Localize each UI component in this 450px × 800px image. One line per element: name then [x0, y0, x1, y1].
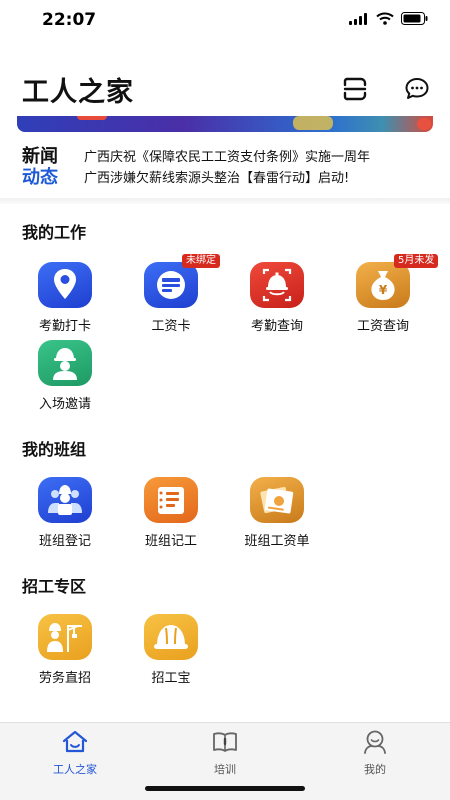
- scan-button[interactable]: [342, 76, 368, 102]
- home-icon: [62, 730, 88, 753]
- tab-label: 培训: [214, 763, 236, 776]
- grid-label: 入场邀请: [38, 397, 91, 412]
- grid-item-salary-query[interactable]: ¥ 5月未发 工资查询: [330, 254, 439, 334]
- news-logo-line2: 动态: [22, 167, 58, 188]
- worker-crane-icon: [38, 614, 92, 660]
- grid-item-salary-card[interactable]: 未绑定 工资卡: [118, 254, 224, 334]
- grid-item-attendance-checkin[interactable]: 考勤打卡: [12, 262, 118, 334]
- grid-label: 招工宝: [151, 671, 191, 686]
- news-item[interactable]: 广西涉嫌欠薪线索源头整治【春雷行动】启动!: [84, 168, 444, 189]
- chat-bubble-icon: [405, 78, 429, 99]
- status-time: 22:07: [42, 10, 97, 30]
- page-title: 工人之家: [22, 77, 134, 108]
- grid-label: 劳务直招: [38, 671, 91, 686]
- grid-label: 班组记工: [144, 534, 197, 549]
- grid-item-labor-direct-hire[interactable]: 劳务直招: [12, 614, 118, 686]
- location-pin-icon: [38, 262, 92, 308]
- signal-icon: [349, 12, 367, 25]
- home-indicator: [145, 786, 305, 791]
- battery-icon: [401, 12, 428, 25]
- banner-decoration: [77, 116, 107, 120]
- promo-banner[interactable]: [17, 116, 433, 132]
- profile-icon: [364, 730, 386, 754]
- news-list: 广西庆祝《保障农民工工资支付条例》实施一周年 广西涉嫌欠薪线索源头整治【春雷行动…: [84, 147, 444, 189]
- grid-item-team-payslip[interactable]: 班组工资单: [224, 477, 330, 549]
- grid-label: 工资卡: [151, 319, 191, 334]
- status-badge: 5月未发: [394, 254, 439, 268]
- grid-label: 班组工资单: [244, 534, 310, 549]
- tab-label: 工人之家: [53, 763, 97, 776]
- grid-item-team-register[interactable]: 班组登记: [12, 477, 118, 549]
- news-item[interactable]: 广西庆祝《保障农民工工资支付条例》实施一周年: [84, 147, 444, 168]
- app-header: 工人之家: [0, 60, 450, 116]
- news-logo: 新闻 动态: [22, 146, 72, 188]
- section-title-work: 我的工作: [22, 223, 87, 242]
- news-logo-line1: 新闻: [22, 146, 58, 167]
- worker-helmet-icon: [38, 340, 92, 386]
- message-button[interactable]: [404, 76, 430, 102]
- team-group-icon: [38, 477, 92, 523]
- face-scan-helmet-icon: [250, 262, 304, 308]
- banner-decoration: [417, 118, 431, 130]
- section-divider: [0, 198, 450, 204]
- tab-label: 我的: [364, 763, 386, 776]
- grid-label: 工资查询: [356, 319, 409, 334]
- money-bag-icon: ¥: [356, 262, 410, 308]
- wifi-icon: [376, 12, 394, 25]
- status-badge: 未绑定: [182, 254, 220, 268]
- payslip-icon: [250, 477, 304, 523]
- scan-icon: [343, 77, 367, 101]
- grid-item-team-worklog[interactable]: 班组记工: [118, 477, 224, 549]
- book-icon: [213, 732, 237, 752]
- section-title-recruit: 招工专区: [22, 577, 87, 596]
- news-section: 新闻 动态 广西庆祝《保障农民工工资支付条例》实施一周年 广西涉嫌欠薪线索源头整…: [0, 140, 450, 196]
- grid-label: 班组登记: [38, 534, 91, 549]
- status-bar: 22:07: [0, 0, 450, 44]
- bank-card-icon: [144, 262, 198, 308]
- status-icons: [349, 12, 428, 25]
- tab-training[interactable]: 培训: [175, 729, 275, 779]
- section-title-team: 我的班组: [22, 440, 87, 459]
- grid-item-recruit-treasure[interactable]: 招工宝: [118, 614, 224, 686]
- svg-text:¥: ¥: [379, 283, 388, 297]
- ledger-icon: [144, 477, 198, 523]
- tab-profile[interactable]: 我的: [325, 729, 425, 779]
- hard-hat-icon: [144, 614, 198, 660]
- grid-item-entry-invite[interactable]: 入场邀请: [12, 340, 118, 412]
- banner-decoration: [293, 116, 333, 130]
- grid-item-attendance-query[interactable]: 考勤查询: [224, 262, 330, 334]
- tab-home[interactable]: 工人之家: [25, 729, 125, 779]
- grid-label: 考勤查询: [250, 319, 303, 334]
- grid-label: 考勤打卡: [38, 319, 91, 334]
